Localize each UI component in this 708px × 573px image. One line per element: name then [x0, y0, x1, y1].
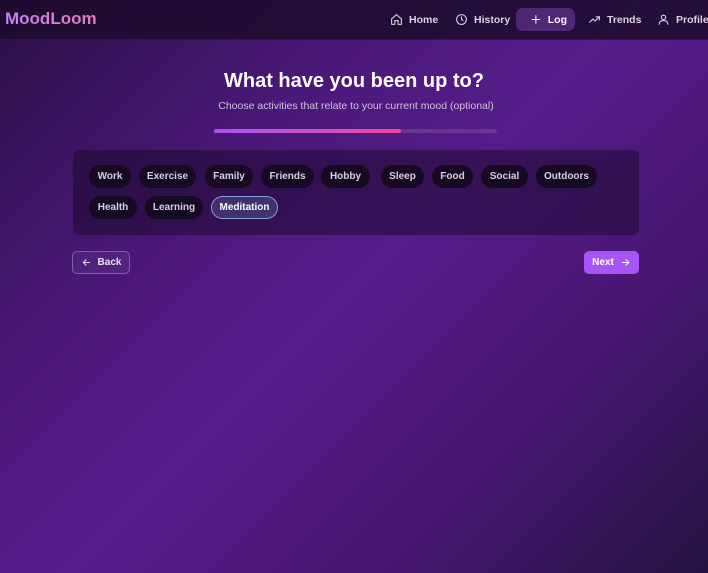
nav-item-home[interactable]: Home	[382, 8, 446, 31]
activity-chip-learning[interactable]: Learning	[145, 196, 203, 219]
activity-chip-work[interactable]: Work	[89, 165, 131, 188]
activity-chip-meditation[interactable]: Meditation	[211, 196, 278, 219]
nav-item-log[interactable]: Log	[516, 8, 575, 31]
progress-bar	[214, 129, 497, 133]
home-icon	[391, 14, 402, 25]
user-icon	[658, 14, 669, 25]
page-subtitle: Choose activities that relate to your cu…	[218, 100, 494, 112]
arrow-right-icon	[621, 259, 630, 266]
nav-home-label: Home	[409, 13, 439, 26]
nav-trends-label: Trends	[607, 13, 642, 26]
activity-chip-friends[interactable]: Friends	[261, 165, 314, 188]
brand-logo[interactable]: MoodLoom	[5, 9, 97, 29]
activity-chip-hobby[interactable]: Hobby	[321, 165, 370, 188]
nav-item-trends[interactable]: Trends	[580, 8, 649, 31]
top-navbar: MoodLoom Home History Log Trends Profile	[0, 0, 708, 40]
nav-item-profile[interactable]: Profile	[649, 8, 708, 31]
activity-card: Work Exercise Family Friends Hobby Sleep Food S…	[73, 150, 639, 235]
arrow-left-icon	[82, 259, 90, 266]
clock-icon	[456, 14, 467, 25]
nav-item-history[interactable]: History	[447, 8, 518, 31]
activity-chip-health[interactable]: Health	[89, 196, 137, 219]
activity-chip-exercise[interactable]: Exercise	[139, 165, 196, 188]
activity-chip-sleep[interactable]: Sleep	[381, 165, 424, 188]
next-button-label: Next	[592, 257, 614, 268]
activity-chip-family[interactable]: Family	[205, 165, 253, 188]
nav-log-label: Log	[547, 13, 567, 26]
activity-chip-outdoors[interactable]: Outdoors	[536, 165, 597, 188]
nav-profile-label: Profile	[676, 13, 708, 26]
plus-icon	[531, 15, 541, 24]
progress-fill	[214, 129, 401, 133]
page-title: What have you been up to?	[223, 70, 484, 92]
back-button[interactable]: Back	[72, 251, 130, 274]
nav-history-label: History	[474, 13, 511, 26]
next-button[interactable]: Next	[584, 251, 639, 274]
back-button-label: Back	[97, 257, 122, 268]
trending-up-icon	[589, 16, 600, 23]
activity-chip-food[interactable]: Food	[432, 165, 473, 188]
activity-chip-social[interactable]: Social	[481, 165, 528, 188]
